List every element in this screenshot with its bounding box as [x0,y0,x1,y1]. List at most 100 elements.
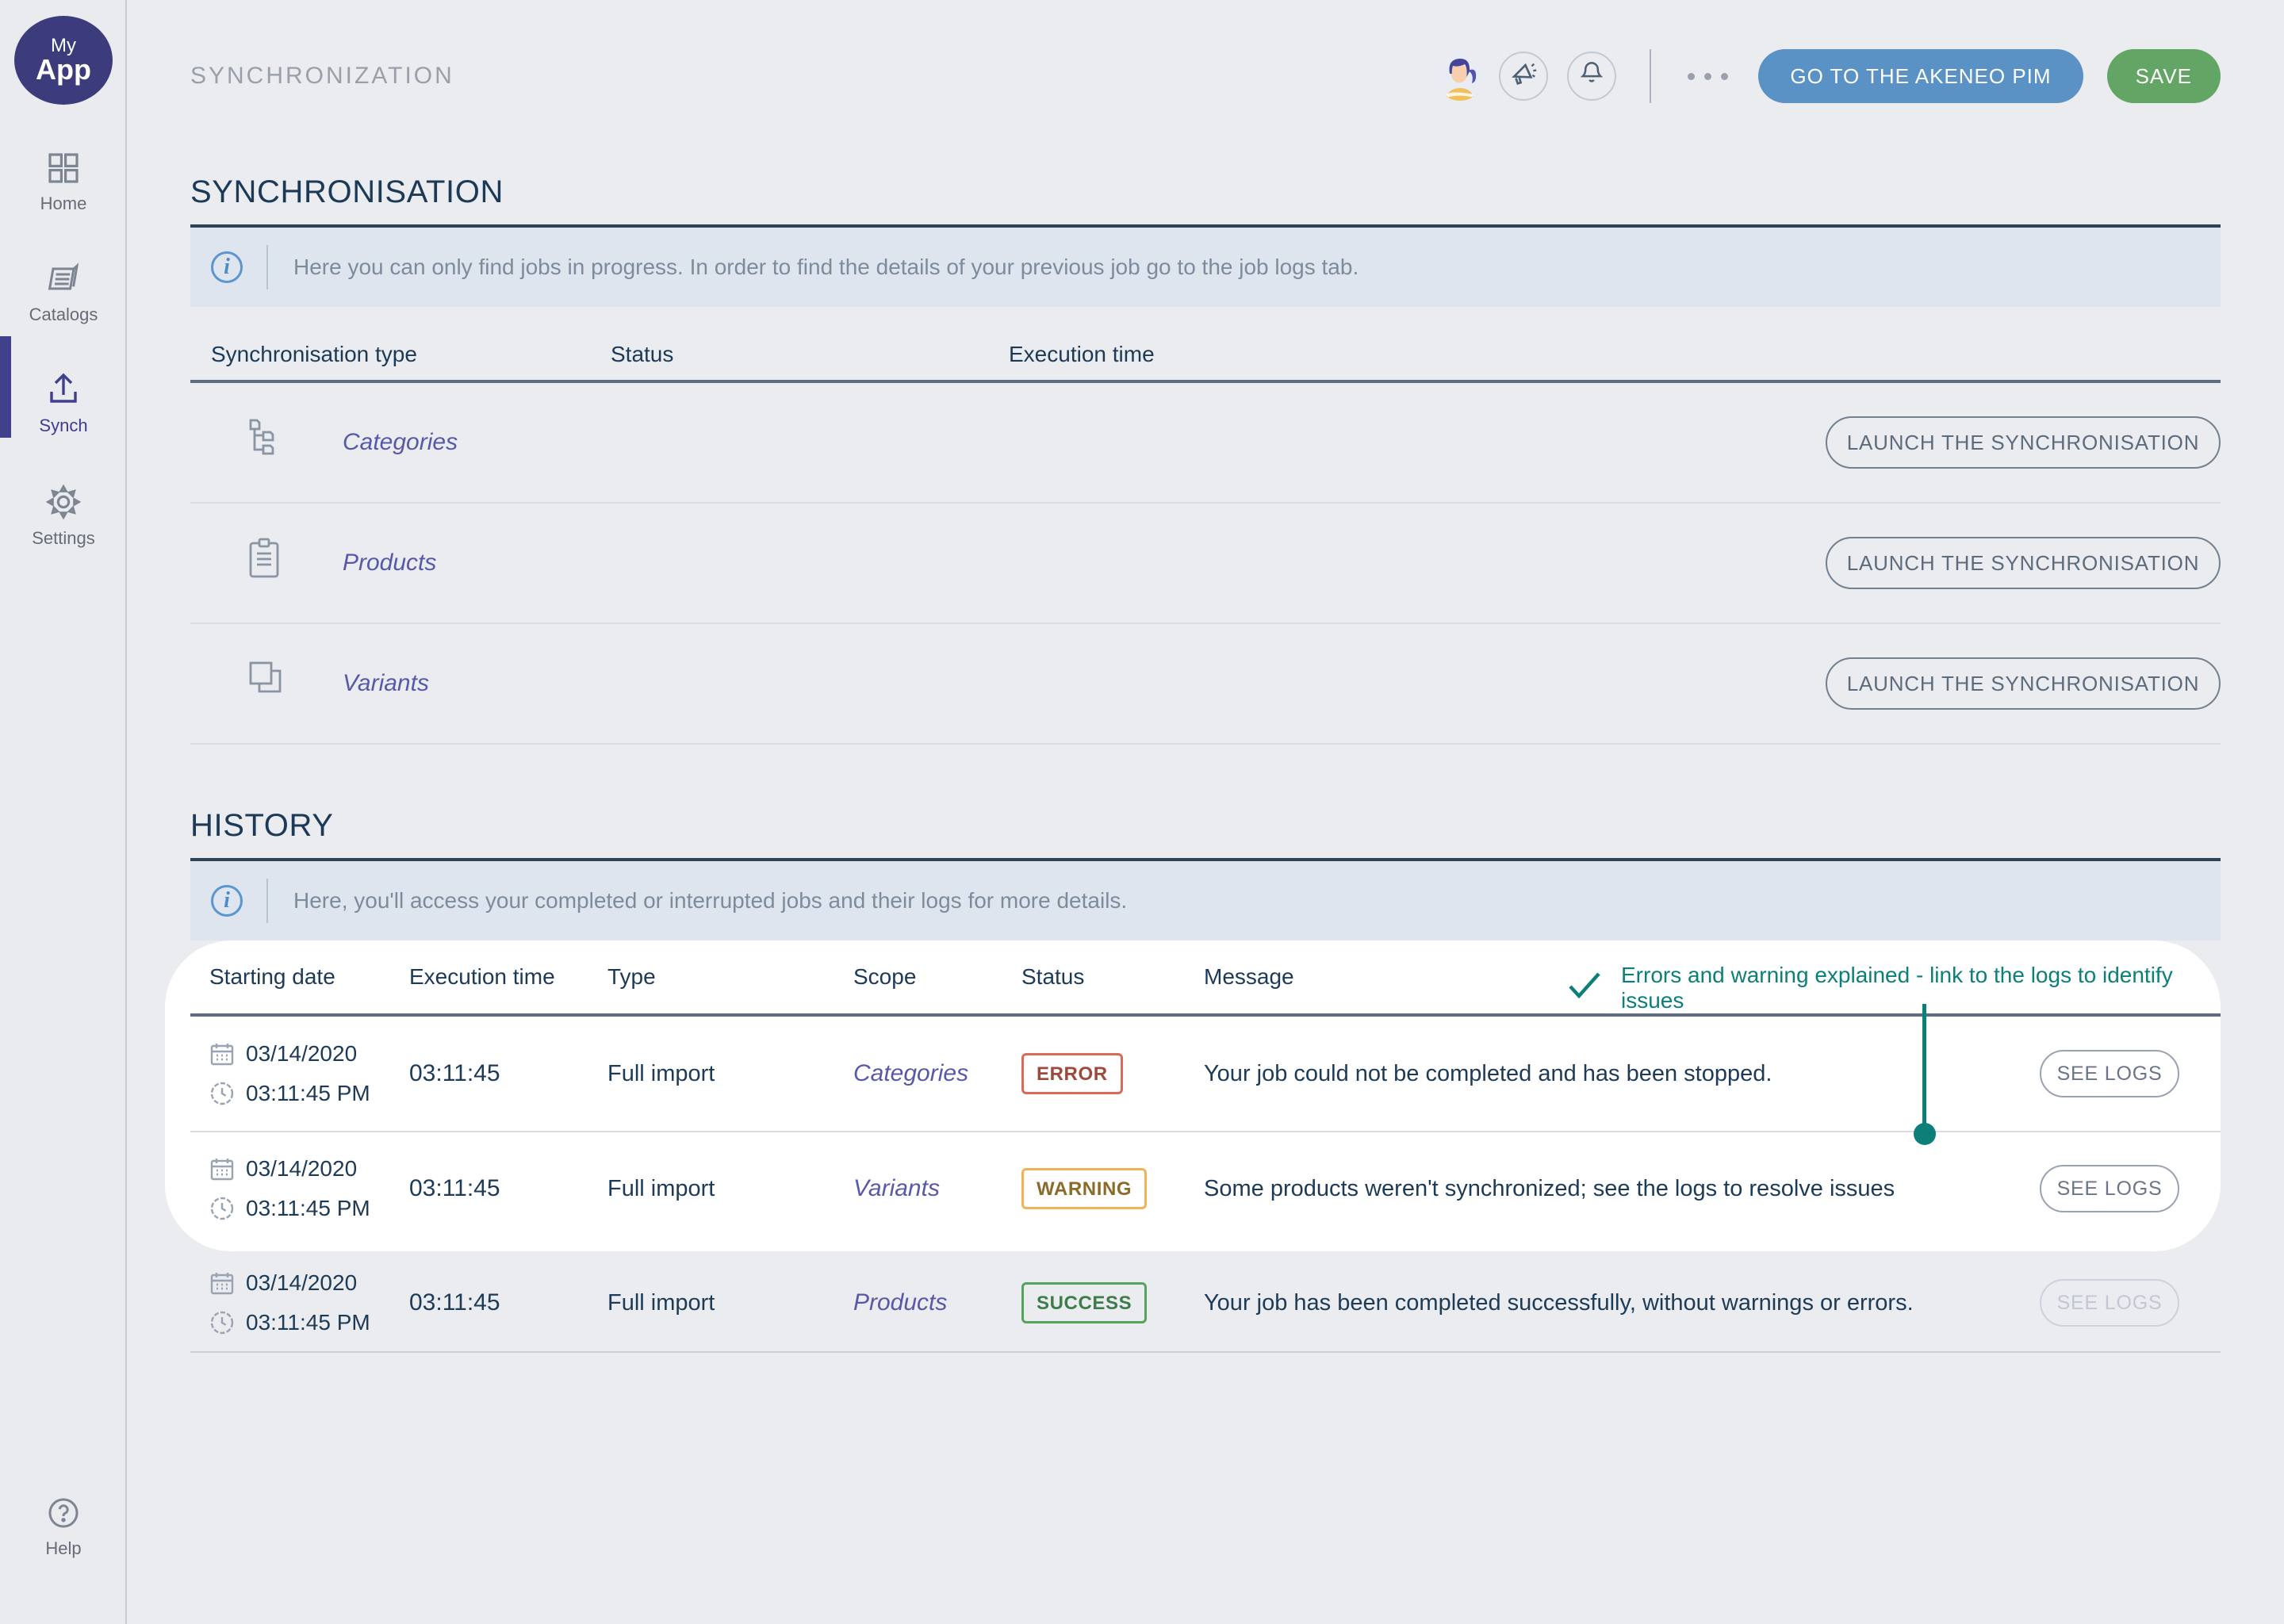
info-icon: i [211,251,243,283]
launch-synchronisation-button[interactable]: LAUNCH THE SYNCHRONISATION [1826,416,2221,469]
history-scope-link[interactable]: Variants [853,1175,1021,1202]
history-type: Full import [607,1061,853,1087]
see-logs-button-disabled: SEE LOGS [2040,1279,2179,1327]
synchronisation-section-title: SYNCHRONISATION [190,174,2221,210]
calendar-icon [209,1270,235,1296]
history-type: Full import [607,1290,853,1316]
column-header-execution-time: Execution time [1009,342,2221,367]
catalogs-book-icon [43,260,84,298]
bell-icon [1577,59,1606,94]
history-execution-time: 03:11:45 [409,1060,607,1087]
topbar-divider [1650,49,1651,103]
sync-scope-link[interactable]: Categories [343,429,611,456]
sidebar-item-label: Settings [32,528,95,549]
info-divider [266,879,268,923]
history-scope-link[interactable]: Products [853,1289,1021,1316]
history-execution-time: 03:11:45 [409,1175,607,1202]
history-message: Your job could not be completed and has … [1204,1061,2011,1087]
clock-icon [209,1310,235,1335]
annotation-pointer-line [1922,1004,1926,1134]
info-icon: i [211,885,243,917]
products-clipboard-icon [244,536,343,590]
sidebar-item-label: Synch [39,416,87,436]
gear-icon [44,482,83,522]
help-icon [44,1494,82,1532]
see-logs-button[interactable]: SEE LOGS [2040,1165,2179,1212]
history-highlight-panel: Errors and warning explained - link to t… [165,940,2221,1251]
sidebar-item-synch[interactable]: Synch [0,368,127,436]
history-row-success: 03/14/2020 03:11:45 PM 03:11:45 Full imp… [190,1254,2221,1353]
more-options-button[interactable] [1681,67,1734,86]
history-annotation: Errors and warning explained - link to t… [1567,963,2221,1013]
sidebar-item-home[interactable]: Home [0,149,127,214]
history-section-title: HISTORY [190,808,2221,844]
sidebar-item-settings[interactable]: Settings [0,482,127,549]
app-logo-text-bottom: App [36,56,91,84]
sidebar-item-label: Catalogs [29,304,98,325]
column-header-type: Type [607,964,853,990]
go-to-akeneo-pim-button[interactable]: GO TO THE AKENEO PIM [1758,49,2083,103]
save-button[interactable]: SAVE [2107,49,2221,103]
history-message: Your job has been completed successfully… [1204,1290,2011,1316]
history-row-error: 03/14/2020 03:11:45 PM 03:11:45 Full imp… [190,1017,2221,1131]
info-divider [266,245,268,289]
synch-upload-icon [43,368,84,409]
checkmark-icon [1567,971,1602,1005]
history-date: 03/14/2020 [246,1270,357,1296]
history-row-warning: 03/14/2020 03:11:45 PM 03:11:45 Full imp… [190,1131,2221,1245]
announcements-button[interactable] [1499,52,1548,101]
categories-tree-icon [244,416,343,469]
history-time: 03:11:45 PM [246,1196,370,1221]
sync-scope-link[interactable]: Products [343,550,611,576]
history-message: Some products weren't synchronized; see … [1204,1176,2011,1202]
megaphone-icon [1508,58,1539,94]
history-info-banner: i Here, you'll access your completed or … [190,861,2221,940]
history-time: 03:11:45 PM [246,1310,370,1335]
calendar-icon [209,1041,235,1067]
history-type: Full import [607,1176,853,1202]
launch-synchronisation-button[interactable]: LAUNCH THE SYNCHRONISATION [1826,537,2221,589]
column-header-starting-date: Starting date [209,964,409,990]
history-time: 03:11:45 PM [246,1081,370,1106]
status-badge-error: ERROR [1021,1053,1123,1094]
user-avatar[interactable] [1435,52,1485,101]
sync-row-categories: Categories LAUNCH THE SYNCHRONISATION [190,383,2221,504]
notifications-button[interactable] [1567,52,1616,101]
sync-info-banner: i Here you can only find jobs in progres… [190,228,2221,307]
home-grid-icon [44,149,82,187]
column-header-status: Status [611,342,1009,367]
sync-scope-link[interactable]: Variants [343,670,611,697]
sidebar: My App Home Catalogs [0,0,127,1624]
sync-info-text: Here you can only find jobs in progress.… [293,255,1359,280]
app-logo[interactable]: My App [14,16,113,105]
history-info-text: Here, you'll access your completed or in… [293,888,1127,914]
history-date: 03/14/2020 [246,1156,357,1182]
sync-row-variants: Variants LAUNCH THE SYNCHRONISATION [190,624,2221,745]
sidebar-item-catalogs[interactable]: Catalogs [0,260,127,325]
clock-icon [209,1081,235,1106]
top-bar: SYNCHRONIZATION [190,48,2221,105]
status-badge-success: SUCCESS [1021,1282,1147,1323]
app-window: My App Home Catalogs [0,0,2284,1624]
column-header-status: Status [1021,964,1204,990]
page-title: SYNCHRONIZATION [190,63,454,90]
column-header-sync-type: Synchronisation type [211,342,611,367]
history-date: 03/14/2020 [246,1041,357,1067]
history-execution-time: 03:11:45 [409,1289,607,1316]
sidebar-item-label: Home [40,193,87,214]
sync-table-header: Synchronisation type Status Execution ti… [190,307,2221,383]
annotation-pointer-dot [1914,1123,1936,1145]
sync-row-products: Products LAUNCH THE SYNCHRONISATION [190,504,2221,624]
column-header-execution-time: Execution time [409,964,607,990]
main-area: SYNCHRONIZATION [127,0,2284,1624]
history-scope-link[interactable]: Categories [853,1060,1021,1087]
clock-icon [209,1196,235,1221]
calendar-icon [209,1156,235,1182]
annotation-text: Errors and warning explained - link to t… [1621,963,2221,1013]
launch-synchronisation-button[interactable]: LAUNCH THE SYNCHRONISATION [1826,657,2221,710]
variants-squares-icon [244,657,343,710]
see-logs-button[interactable]: SEE LOGS [2040,1050,2179,1097]
sidebar-item-help[interactable]: Help [0,1494,127,1559]
sidebar-item-label: Help [45,1538,81,1559]
column-header-scope: Scope [853,964,1021,990]
